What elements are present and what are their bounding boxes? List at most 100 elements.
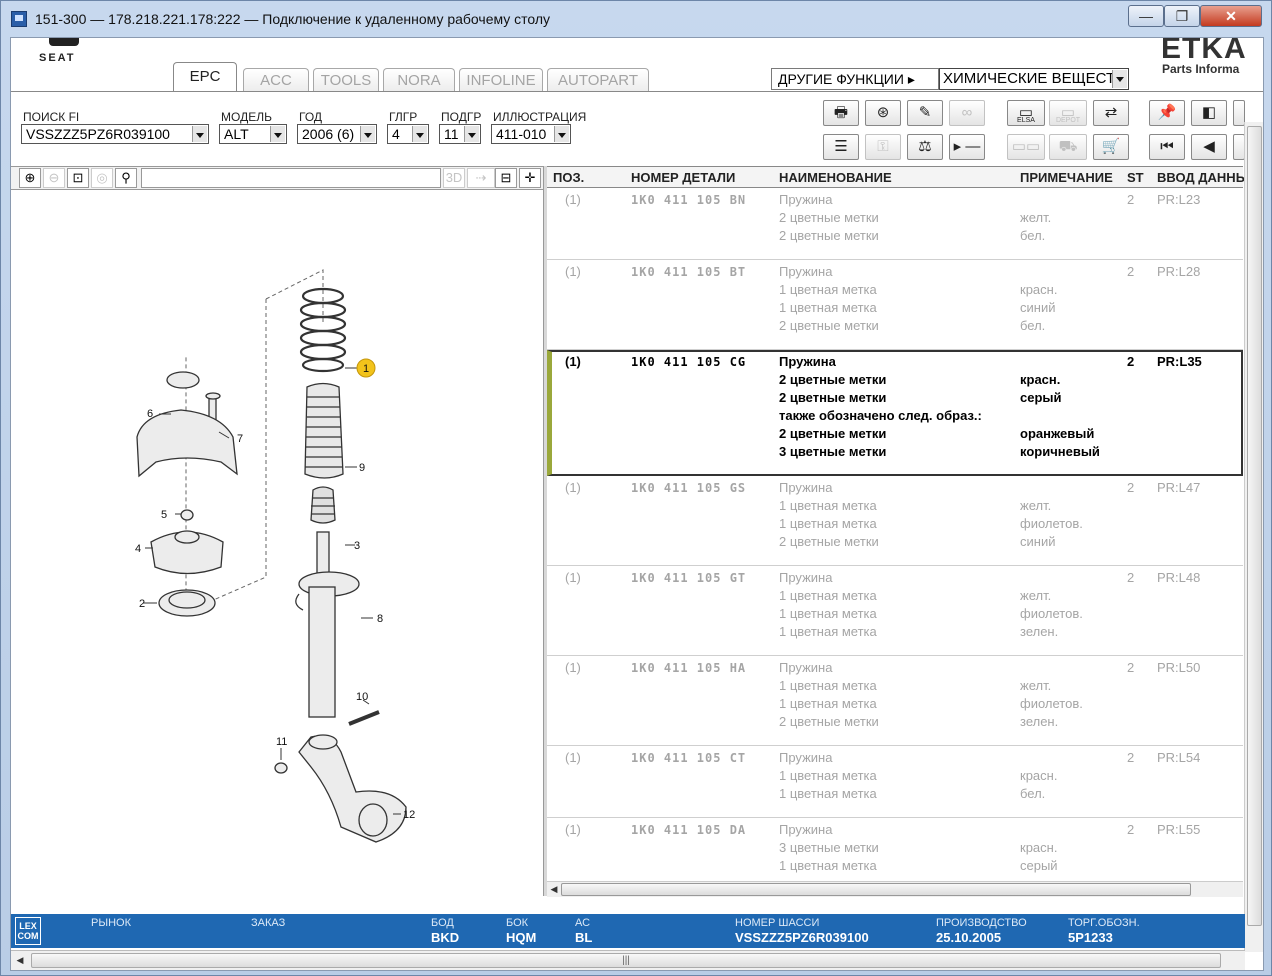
scroll-left-icon[interactable]: ◀ xyxy=(547,882,561,897)
minimize-button[interactable]: — xyxy=(1128,5,1164,27)
name-cell: 1 цветная метка xyxy=(779,696,877,711)
callout-6[interactable]: 6 xyxy=(147,408,153,420)
print-icon[interactable]: 🖶 xyxy=(823,100,859,126)
vehicle-icon[interactable]: ⚖ xyxy=(907,134,943,160)
table-row[interactable]: (1) 1K0 411 105 BN Пружина 2 цветные метки ж… xyxy=(547,188,1243,260)
zoom-fit-icon[interactable]: ⊡ xyxy=(67,168,89,188)
note-cell: серый xyxy=(1020,858,1058,873)
note-cell: оранжевый xyxy=(1020,426,1095,441)
callout-9[interactable]: 9 xyxy=(359,462,365,474)
other-functions-select[interactable]: ХИМИЧЕСКИЕ ВЕЩЕСТ xyxy=(939,68,1129,90)
chevron-down-icon[interactable] xyxy=(360,126,375,142)
table-row[interactable]: (1) 1K0 411 105 GS Пружина 1 цветная метка ж… xyxy=(547,476,1243,566)
callout-12[interactable]: 12 xyxy=(403,809,415,821)
name-cell: 1 цветная метка xyxy=(779,606,877,621)
other-functions-label[interactable]: ДРУГИЕ ФУНКЦИИ ▸ xyxy=(771,68,939,90)
scroll-thumb[interactable]: ||| xyxy=(31,953,1221,968)
split-view-icon[interactable]: ⊟ xyxy=(495,168,517,188)
illustration-select[interactable]: 411-010 xyxy=(491,124,571,144)
cart-transfer-icon[interactable]: ⇄ xyxy=(1093,100,1129,126)
prev-page-icon[interactable]: ◀ xyxy=(1191,134,1227,160)
tab-autopart[interactable]: AUTOPART xyxy=(547,68,649,92)
move-icon[interactable]: ✛ xyxy=(519,168,541,188)
chevron-down-icon[interactable] xyxy=(412,126,427,142)
depot-button[interactable]: ▭ DEPOT xyxy=(1049,100,1087,126)
chevron-down-icon[interactable] xyxy=(1112,70,1127,88)
vertical-scrollbar[interactable] xyxy=(1244,122,1263,952)
table-row[interactable]: (1) 1K0 411 105 HA Пружина 1 цветная метка ж… xyxy=(547,656,1243,746)
elsa-button[interactable]: ▭ ELSA xyxy=(1007,100,1045,126)
callout-1[interactable]: 1 xyxy=(363,363,369,375)
model-select[interactable]: ALT xyxy=(219,124,287,144)
tyre-icon[interactable]: ⊛ xyxy=(865,100,901,126)
main-group-select[interactable]: 4 xyxy=(387,124,429,144)
col-st[interactable]: ST xyxy=(1127,170,1144,185)
tab-acc[interactable]: ACC xyxy=(243,68,309,92)
list-icon[interactable]: ☰ xyxy=(823,134,859,160)
scroll-thumb[interactable] xyxy=(561,883,1191,896)
name-cell: 2 цветные метки xyxy=(779,318,879,333)
sub-group-select[interactable]: 11 xyxy=(439,124,481,144)
pos-cell: (1) xyxy=(565,570,581,585)
callout-11[interactable]: 11 xyxy=(276,736,287,748)
zoom-100-icon[interactable]: ◎ xyxy=(91,168,113,188)
illustration-search-input[interactable] xyxy=(141,168,441,188)
table-row[interactable]: (1) 1K0 411 105 BT Пружина 1 цветная метка к… xyxy=(547,260,1243,350)
chevron-down-icon[interactable] xyxy=(192,126,207,142)
col-pos[interactable]: ПОЗ. xyxy=(553,170,584,185)
table-row-selected[interactable]: (1) 1K0 411 105 CG Пружина 2 цветные метки к… xyxy=(547,350,1243,476)
scroll-left-icon[interactable]: ◀ xyxy=(13,953,27,968)
close-button[interactable]: ✕ xyxy=(1200,5,1262,27)
compare-icon[interactable]: ▭▭ xyxy=(1007,134,1045,160)
ac-value: BL xyxy=(575,930,593,945)
cart-icon[interactable]: 🛒 xyxy=(1093,134,1129,160)
st-cell: 2 xyxy=(1127,660,1135,675)
col-note[interactable]: ПРИМЕЧАНИЕ xyxy=(1020,170,1113,185)
table-row[interactable]: (1) 1K0 411 105 DA Пружина 3 цветные метки к… xyxy=(547,818,1243,880)
zoom-out-icon[interactable]: ⊖ xyxy=(43,168,65,188)
first-page-icon[interactable]: ⏮ xyxy=(1149,134,1185,160)
name-cell: 2 цветные метки xyxy=(779,426,887,441)
callout-2[interactable]: 2 xyxy=(139,598,145,610)
zoom-in-icon[interactable]: ⊕ xyxy=(19,168,41,188)
part-number-cell: 1K0 411 105 GS xyxy=(631,481,747,495)
callout-5[interactable]: 5 xyxy=(161,509,167,521)
link-icon[interactable]: ∞ xyxy=(949,100,985,126)
play-collapse-icon[interactable]: ▸ — xyxy=(949,134,985,160)
callout-3[interactable]: 3 xyxy=(354,540,360,552)
col-name[interactable]: НАИМЕНОВАНИЕ xyxy=(779,170,892,185)
table-horizontal-scrollbar[interactable]: ◀ xyxy=(547,881,1243,897)
page-back-icon[interactable]: ◧ xyxy=(1191,100,1227,126)
tab-tools[interactable]: TOOLS xyxy=(313,68,379,92)
table-row[interactable]: (1) 1K0 411 105 GT Пружина 1 цветная метка ж… xyxy=(547,566,1243,656)
navigate-icon[interactable]: ⇢ xyxy=(467,168,495,188)
tab-epc[interactable]: EPC xyxy=(173,62,237,92)
scroll-thumb[interactable] xyxy=(1247,126,1262,926)
chevron-down-icon[interactable] xyxy=(270,126,285,142)
search-fi-field[interactable]: VSSZZZ5PZ6R039100 xyxy=(21,124,209,144)
title-bar[interactable]: 151-300 — 178.218.221.178:222 — Подключе… xyxy=(1,1,1271,37)
callout-4[interactable]: 4 xyxy=(135,543,141,555)
3d-icon[interactable]: 3D xyxy=(443,168,465,188)
chevron-down-icon[interactable] xyxy=(554,126,569,142)
callout-7[interactable]: 7 xyxy=(237,433,243,445)
year-select[interactable]: 2006 (6) xyxy=(297,124,377,144)
chevron-down-icon[interactable] xyxy=(464,126,479,142)
maximize-button[interactable]: ❐ xyxy=(1164,5,1200,27)
note-cell: зелен. xyxy=(1020,714,1059,729)
window-horizontal-scrollbar[interactable]: ◀ ||| xyxy=(11,950,1245,970)
callout-8[interactable]: 8 xyxy=(377,613,383,625)
key-icon[interactable]: ⚿ xyxy=(865,134,901,160)
tab-nora[interactable]: NORA xyxy=(383,68,455,92)
name-cell: 1 цветная метка xyxy=(779,588,877,603)
col-entry[interactable]: ВВОД ДАННЫ xyxy=(1157,170,1248,185)
pos-cell: (1) xyxy=(565,192,581,207)
col-part-number[interactable]: НОМЕР ДЕТАЛИ xyxy=(631,170,735,185)
table-row[interactable]: (1) 1K0 411 105 CT Пружина 1 цветная метка к… xyxy=(547,746,1243,818)
tab-infoline[interactable]: INFOLINE xyxy=(459,68,543,92)
depot-vehicle-icon[interactable]: ⛟ xyxy=(1049,134,1087,160)
search-icon[interactable]: ⚲ xyxy=(115,168,137,188)
tools-icon[interactable]: ✎ xyxy=(907,100,943,126)
callout-10[interactable]: 10 xyxy=(356,691,368,703)
pin-icon[interactable]: 📌 xyxy=(1149,100,1185,126)
